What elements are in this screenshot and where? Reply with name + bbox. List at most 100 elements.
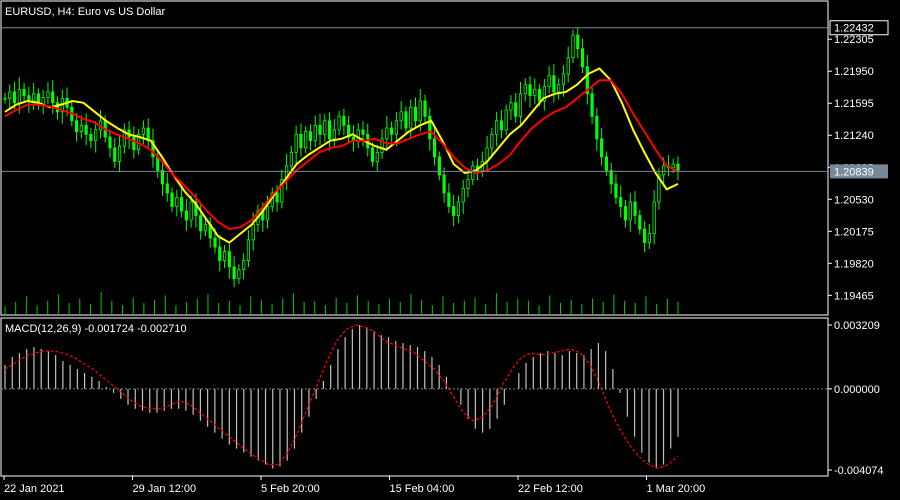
time-tick-label: 22 Jan 2021 <box>4 483 65 495</box>
candle-body <box>251 224 255 241</box>
candle-body <box>323 120 327 135</box>
candle-body <box>642 228 647 243</box>
candle-body <box>495 120 499 135</box>
candle-body <box>180 197 184 212</box>
candle-body <box>490 133 494 149</box>
candle-body <box>32 93 36 102</box>
candle-body <box>242 260 246 271</box>
candle-body <box>662 165 666 176</box>
candle-body <box>265 206 270 221</box>
candle-body <box>537 88 542 102</box>
candle-body <box>318 124 322 135</box>
candle-body <box>595 115 599 140</box>
candle-body <box>571 34 575 59</box>
price-tick-label: 1.19465 <box>834 290 874 302</box>
candle-body <box>332 129 336 140</box>
candle-body <box>514 102 518 117</box>
candle-body <box>614 183 618 198</box>
candle-body <box>132 136 136 151</box>
top-price-label: 1.22432 <box>834 23 874 35</box>
candle-body <box>237 269 241 280</box>
candle-body <box>74 120 79 133</box>
candle-body <box>509 102 513 111</box>
candle-body <box>423 100 427 117</box>
macd-tick-label: -0.004074 <box>834 465 884 477</box>
price-tick-label: 1.21240 <box>834 130 874 142</box>
candle-body <box>3 97 7 100</box>
candle-body <box>600 138 604 158</box>
price-tick-label: 1.22305 <box>834 34 874 46</box>
candle-body <box>222 251 227 261</box>
candle-body <box>79 124 83 133</box>
candle-body <box>461 188 465 203</box>
price-tick-label: 1.21595 <box>834 98 874 110</box>
candle-body <box>413 106 418 122</box>
candle-body <box>647 233 651 243</box>
candle-body <box>428 115 432 140</box>
candle-body <box>51 91 55 104</box>
candle-body <box>294 133 298 153</box>
candle-body <box>628 201 632 221</box>
time-tick-label: 22 Feb 12:00 <box>518 483 583 495</box>
candle-body <box>308 131 313 142</box>
candle-body <box>8 91 12 99</box>
candle-body <box>394 120 398 135</box>
candle-body <box>299 133 303 149</box>
candle-body <box>304 131 308 149</box>
candle-body <box>337 115 341 131</box>
candle-body <box>199 215 203 232</box>
time-tick-label: 15 Feb 04:00 <box>390 483 455 495</box>
candle-body <box>113 147 117 162</box>
candle-body <box>289 151 293 167</box>
price-tick-label: 1.21950 <box>834 66 874 78</box>
candle-body <box>108 136 112 149</box>
candle-body <box>232 266 236 280</box>
candle-body <box>361 129 365 135</box>
candle-body <box>523 84 527 95</box>
candle-body <box>218 246 222 261</box>
candle-body <box>652 201 656 234</box>
bid-price-label: 1.20839 <box>834 166 874 178</box>
candle-body <box>418 100 422 122</box>
candle-body <box>604 156 609 171</box>
candle-body <box>671 163 675 169</box>
time-tick-label: 29 Jan 12:00 <box>133 483 197 495</box>
candle-body <box>590 93 594 117</box>
candle-body <box>46 91 50 98</box>
candle-body <box>638 215 642 230</box>
candle-body <box>576 34 580 50</box>
candle-body <box>432 138 437 158</box>
candle-body <box>561 73 566 86</box>
candle-body <box>580 48 585 68</box>
candle-body <box>547 75 551 87</box>
macd-tick-label: 0.003209 <box>834 320 880 332</box>
candle-body <box>84 124 88 135</box>
time-tick-label: 5 Feb 20:00 <box>261 483 320 495</box>
candle-body <box>141 127 146 135</box>
candle-body <box>175 197 179 207</box>
price-tick-label: 1.20175 <box>834 226 874 238</box>
macd-tick-label: 0.000000 <box>834 384 880 396</box>
candle-body <box>504 109 508 131</box>
candle-body <box>89 133 93 142</box>
candle-body <box>452 206 456 216</box>
candle-body <box>189 201 193 221</box>
candle-body <box>184 210 188 221</box>
candle-body <box>55 102 60 113</box>
candle-body <box>246 239 251 261</box>
candle-body <box>390 127 394 135</box>
chart-title: EURUSD, H4: Euro vs US Dollar <box>5 6 165 18</box>
candle-body <box>213 237 217 248</box>
candle-body <box>385 127 389 140</box>
candle-body <box>404 111 408 129</box>
candle-body <box>456 201 461 216</box>
candle-body <box>227 251 231 268</box>
price-tick-label: 1.19820 <box>834 258 874 270</box>
candle-body <box>676 163 680 171</box>
candle-body <box>203 224 208 232</box>
candle-body <box>633 201 637 216</box>
candle-body <box>528 84 532 96</box>
candle-body <box>313 124 317 142</box>
candle-body <box>327 120 332 140</box>
candle-body <box>533 88 537 96</box>
